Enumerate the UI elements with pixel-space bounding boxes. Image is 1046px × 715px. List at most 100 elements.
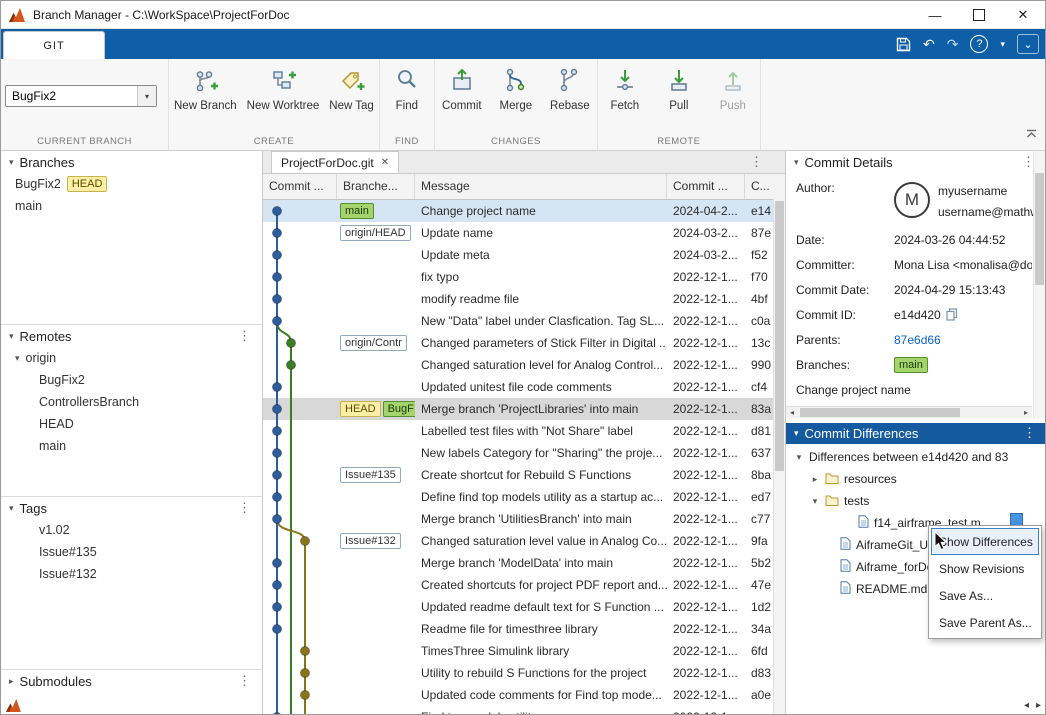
close-button[interactable]: ✕ <box>1001 1 1045 29</box>
tags-header[interactable]: ▾ Tags ⋮ <box>1 496 263 519</box>
new-branch-button[interactable]: New Branch <box>169 59 242 112</box>
fetch-button[interactable]: Fetch <box>598 59 652 112</box>
table-row[interactable]: Changed saturation level for Analog Cont… <box>263 354 785 376</box>
redo-icon[interactable]: ↷ <box>947 36 959 53</box>
table-row[interactable]: New "Data" label under Clasfication. Tag… <box>263 310 785 332</box>
diff-root-node[interactable]: ▾Differences between e14d420 and 83 <box>786 446 1046 468</box>
column-commit-id[interactable]: C... <box>745 174 771 199</box>
tags-menu-icon[interactable]: ⋮ <box>238 500 251 516</box>
tag-item[interactable]: Issue#132 <box>1 563 263 585</box>
remote-branch-item[interactable]: main <box>1 435 263 457</box>
scroll-left-icon[interactable]: ◂ <box>786 407 798 418</box>
commit-hash: a0e <box>745 688 771 702</box>
branches-header[interactable]: ▾ Branches <box>1 151 263 173</box>
tabbar-menu-icon[interactable]: ⋮ <box>750 154 763 170</box>
scroll-right-icon[interactable]: ▸ <box>1020 407 1032 418</box>
diff-folder-tests[interactable]: ▾tests <box>786 490 1046 512</box>
combo-caret-icon[interactable]: ▾ <box>137 86 156 106</box>
commit-button[interactable]: Commit <box>435 59 489 112</box>
new-tag-button[interactable]: New Tag <box>324 59 379 112</box>
remotes-header[interactable]: ▾ Remotes ⋮ <box>1 324 263 347</box>
collapse-toolstrip-icon[interactable] <box>1026 126 1037 144</box>
tab-projectfordoc-git[interactable]: ProjectForDoc.git ✕ <box>271 151 399 173</box>
table-row[interactable]: HEADBugFMerge branch 'ProjectLibraries' … <box>263 398 785 420</box>
column-commit-date[interactable]: Commit ... <box>667 174 745 199</box>
table-row[interactable]: Find top models utility2022-12-1... <box>263 706 785 715</box>
details-hscrollbar[interactable]: ◂ ▸ <box>786 406 1032 418</box>
branch-item[interactable]: BugFix2HEAD <box>1 173 263 195</box>
column-branches[interactable]: Branche... <box>337 174 415 199</box>
table-row[interactable]: Utility to rebuild S Functions for the p… <box>263 662 785 684</box>
table-row[interactable]: Merge branch 'ModelData' into main2022-1… <box>263 552 785 574</box>
tag-item[interactable]: Issue#135 <box>1 541 263 563</box>
column-commit-graph[interactable]: Commit ... <box>263 174 337 199</box>
scrollbar-thumb[interactable] <box>1035 173 1044 285</box>
table-row[interactable]: Labelled test files with "Not Share" lab… <box>263 420 785 442</box>
table-row[interactable]: TimesThree Simulink library2022-12-1...6… <box>263 640 785 662</box>
remote-branch-label: ControllersBranch <box>39 395 139 409</box>
tab-git[interactable]: GIT <box>3 31 105 60</box>
diff-folder-resources[interactable]: ▸resources <box>786 468 1046 490</box>
caret-down-icon[interactable]: ▾ <box>794 452 804 463</box>
context-menu-item[interactable]: Save Parent As... <box>931 609 1039 636</box>
remotes-menu-icon[interactable]: ⋮ <box>238 328 251 344</box>
table-row[interactable]: Merge branch 'UtilitiesBranch' into main… <box>263 508 785 530</box>
context-menu-item[interactable]: Show Revisions <box>931 555 1039 582</box>
table-row[interactable]: New labels Category for "Sharing" the pr… <box>263 442 785 464</box>
submodules-header[interactable]: ▸ Submodules ⋮ <box>1 669 263 692</box>
table-row[interactable]: Issue#135Create shortcut for Rebuild S F… <box>263 464 785 486</box>
help-caret-icon[interactable]: ▾ <box>1000 39 1005 50</box>
minimize-button[interactable]: — <box>913 1 957 29</box>
pull-button[interactable]: Pull <box>652 59 706 112</box>
caret-down-icon[interactable]: ▾ <box>810 496 820 507</box>
help-icon[interactable]: ? <box>970 35 988 53</box>
commit-message: Find top models utility <box>415 710 667 715</box>
table-row[interactable]: origin/HEADUpdate name2024-03-2...87e <box>263 222 785 244</box>
table-row[interactable]: Updated code comments for Find top mode.… <box>263 684 785 706</box>
commit-details-header[interactable]: ▾ Commit Details ⋮ <box>786 151 1046 173</box>
caret-right-icon[interactable]: ▸ <box>810 474 820 485</box>
table-row[interactable]: mainChange project name2024-04-2...e14 <box>263 200 785 222</box>
context-menu-item[interactable]: Save As... <box>931 582 1039 609</box>
table-scrollbar[interactable] <box>773 199 785 715</box>
table-row[interactable]: Created shortcuts for project PDF report… <box>263 574 785 596</box>
hscroll-thumb[interactable] <box>800 408 960 417</box>
table-row[interactable]: Updated readme default text for S Functi… <box>263 596 785 618</box>
tag-item[interactable]: v1.02 <box>1 519 263 541</box>
date-label: Date: <box>786 233 894 247</box>
remote-branch-item[interactable]: ControllersBranch <box>1 391 263 413</box>
scroll-right-icon[interactable]: ▸ <box>1036 700 1041 711</box>
details-scrollbar[interactable] <box>1033 151 1045 418</box>
commit-differences-menu-icon[interactable]: ⋮ <box>1023 425 1036 441</box>
undo-icon[interactable]: ↶ <box>923 36 935 53</box>
save-icon[interactable] <box>896 37 911 52</box>
merge-button[interactable]: Merge <box>489 59 543 112</box>
branch-item[interactable]: main <box>1 195 263 217</box>
table-row[interactable]: modify readme file2022-12-1...4bf <box>263 288 785 310</box>
table-row[interactable]: Readme file for timesthree library2022-1… <box>263 618 785 640</box>
current-branch-combo[interactable]: BugFix2 ▾ <box>5 85 157 107</box>
ribbon-expand-button[interactable]: ⌄ <box>1017 34 1039 54</box>
submodules-menu-icon[interactable]: ⋮ <box>238 673 251 689</box>
rebase-button[interactable]: Rebase <box>543 59 597 112</box>
push-button[interactable]: Push <box>706 59 760 112</box>
table-row[interactable]: Update meta2024-03-2...f52 <box>263 244 785 266</box>
new-worktree-button[interactable]: New Worktree <box>242 59 325 112</box>
remote-branch-item[interactable]: HEAD <box>1 413 263 435</box>
remote-branch-item[interactable]: BugFix2 <box>1 369 263 391</box>
scroll-left-icon[interactable]: ◂ <box>1024 700 1029 711</box>
table-row[interactable]: Define find top models utility as a star… <box>263 486 785 508</box>
find-button[interactable]: Find <box>380 59 434 112</box>
scrollbar-thumb[interactable] <box>775 201 784 471</box>
close-tab-icon[interactable]: ✕ <box>381 157 389 168</box>
table-row[interactable]: origin/ContrChanged parameters of Stick … <box>263 332 785 354</box>
commit-differences-header[interactable]: ▾ Commit Differences ⋮ <box>786 423 1046 444</box>
column-message[interactable]: Message <box>415 174 667 199</box>
table-row[interactable]: fix typo2022-12-1...f70 <box>263 266 785 288</box>
table-row[interactable]: Updated unitest file code comments2022-1… <box>263 376 785 398</box>
parent-link[interactable]: 87e6d66 <box>894 333 1032 347</box>
remote-origin-item[interactable]: ▾ origin <box>1 347 263 369</box>
table-row[interactable]: Issue#132Changed saturation level value … <box>263 530 785 552</box>
maximize-button[interactable] <box>957 1 1001 29</box>
copy-icon[interactable] <box>946 308 958 321</box>
